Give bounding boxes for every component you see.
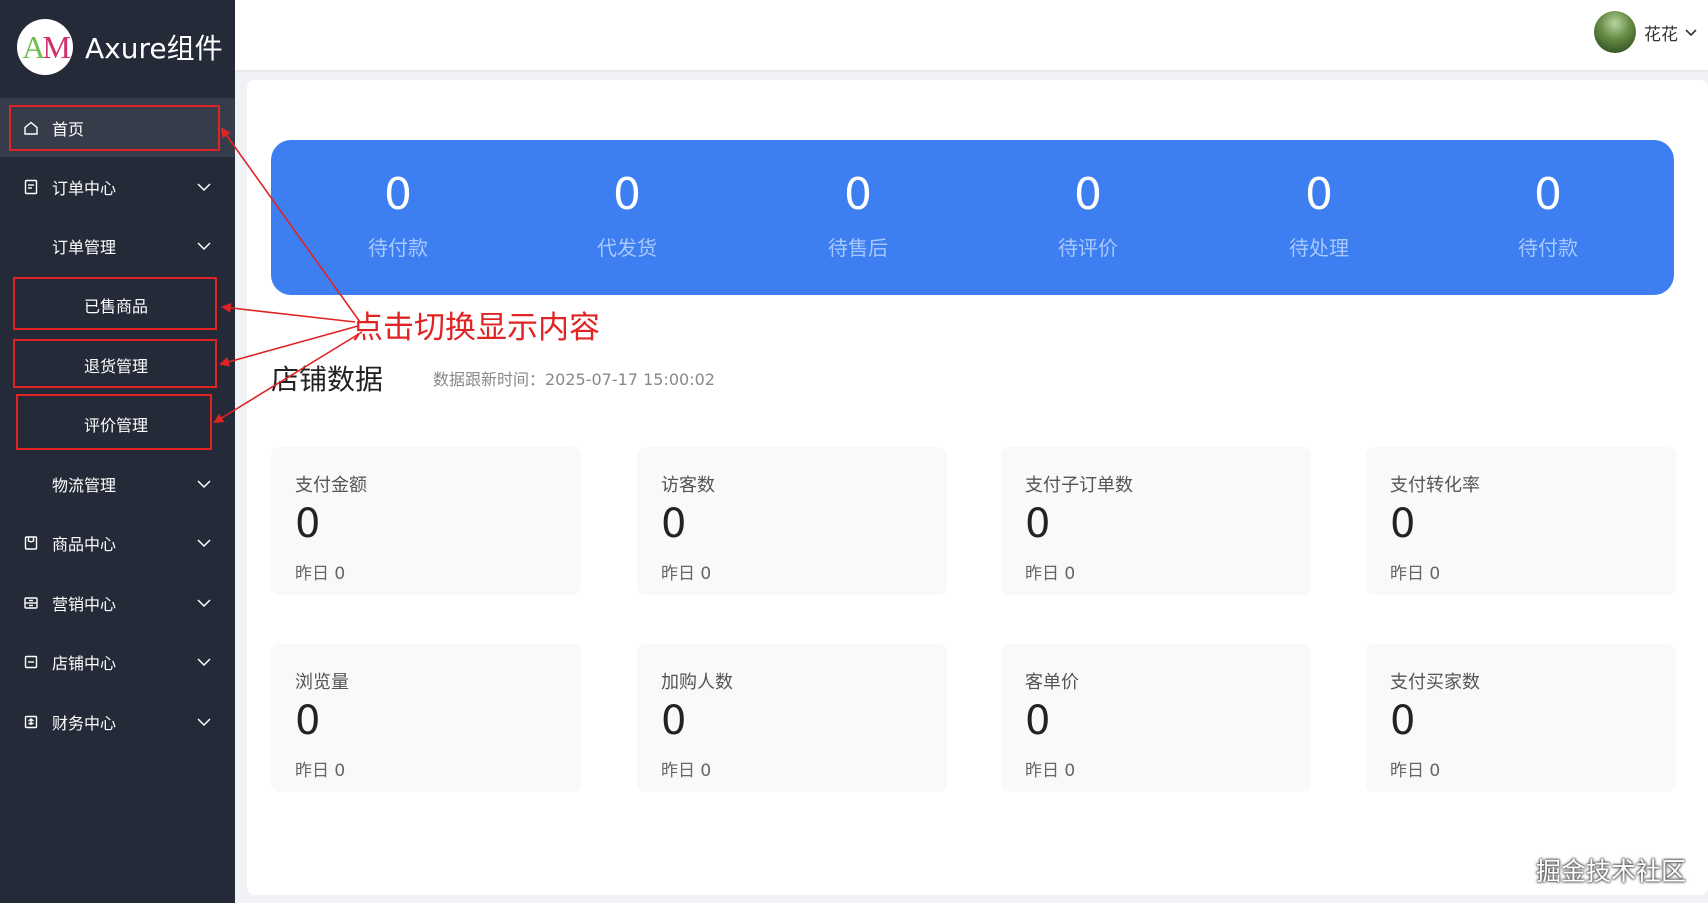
metric-value: 0 (1390, 698, 1416, 744)
metric-card: 支付转化率 0 昨日 0 (1366, 447, 1676, 595)
metric-title: 浏览量 (295, 672, 349, 693)
sidebar-item-label: 营销中心 (52, 594, 117, 614)
metric-card: 访客数 0 昨日 0 (637, 447, 947, 595)
annotation-text: 点击切换显示内容 (352, 310, 600, 346)
metric-yesterday: 昨日 0 (1390, 564, 1441, 584)
stat-label: 待评价 (1058, 236, 1118, 260)
metric-yesterday: 昨日 0 (1390, 761, 1441, 781)
metric-value: 0 (1390, 501, 1416, 547)
stat-value: 0 (1074, 169, 1102, 220)
product-icon (21, 533, 41, 553)
sidebar-item-label: 订单管理 (52, 237, 117, 257)
metric-yesterday: 昨日 0 (1025, 761, 1076, 781)
stat-pending-payment[interactable]: 0 待付款 (298, 170, 498, 261)
logo-badge: AM (17, 19, 73, 75)
finance-icon (21, 712, 41, 732)
metric-value: 0 (661, 698, 687, 744)
metric-value: 0 (1025, 501, 1051, 547)
stat-after-sale[interactable]: 0 待售后 (758, 170, 958, 261)
update-time: 数据跟新时间：2025-07-17 15:00:02 (433, 370, 715, 389)
sidebar-item-label: 物流管理 (52, 475, 117, 495)
chevron-down-icon (194, 236, 214, 256)
metric-yesterday: 昨日 0 (661, 761, 712, 781)
sidebar-item-home[interactable]: 首页 (0, 98, 235, 157)
metric-value: 0 (661, 501, 687, 547)
stat-value: 0 (1305, 169, 1333, 220)
sidebar-item-label: 退货管理 (84, 356, 149, 376)
chevron-down-icon (194, 533, 214, 553)
sidebar-item-shop-center[interactable]: 店铺中心 (0, 632, 235, 691)
avatar (1594, 11, 1636, 53)
sidebar-item-product-center[interactable]: 商品中心 (0, 513, 235, 572)
chevron-down-icon (1684, 25, 1698, 39)
sidebar-item-label: 首页 (52, 119, 85, 139)
sidebar-item-reviews[interactable]: 评价管理 (0, 394, 235, 453)
sidebar-item-order-management[interactable]: 订单管理 (0, 216, 235, 275)
metric-card: 浏览量 0 昨日 0 (271, 644, 581, 792)
metric-yesterday: 昨日 0 (1025, 564, 1076, 584)
metric-title: 支付子订单数 (1025, 475, 1133, 496)
user-name: 花花 (1644, 24, 1678, 45)
chevron-down-icon (194, 177, 214, 197)
stat-label: 待处理 (1289, 236, 1349, 260)
metric-card: 加购人数 0 昨日 0 (637, 644, 947, 792)
metric-yesterday: 昨日 0 (295, 761, 346, 781)
sidebar-item-label: 评价管理 (84, 415, 149, 435)
sidebar-item-label: 店铺中心 (52, 653, 117, 673)
chevron-down-icon (194, 593, 214, 613)
logo: AM Axure组件 (17, 18, 223, 76)
sidebar-item-label: 商品中心 (52, 534, 117, 554)
top-header: 花花 (235, 0, 1708, 70)
stat-pending-payment-2[interactable]: 0 待付款 (1448, 170, 1648, 261)
sidebar-item-returns[interactable]: 退货管理 (0, 335, 235, 394)
sidebar-item-label: 订单中心 (52, 178, 117, 198)
shop-icon (21, 652, 41, 672)
chevron-down-icon (194, 712, 214, 732)
stat-to-process[interactable]: 0 待处理 (1219, 170, 1419, 261)
stat-value: 0 (384, 169, 412, 220)
metric-title: 访客数 (661, 475, 715, 496)
sidebar-item-order-center[interactable]: 订单中心 (0, 157, 235, 216)
stat-to-ship[interactable]: 0 代发货 (527, 170, 727, 261)
app-title: Axure组件 (85, 32, 223, 65)
metric-value: 0 (295, 501, 321, 547)
sidebar-item-label: 已售商品 (84, 296, 149, 316)
sidebar-item-label: 财务中心 (52, 713, 117, 733)
order-icon (21, 177, 41, 197)
metric-yesterday: 昨日 0 (661, 564, 712, 584)
stat-value: 0 (613, 169, 641, 220)
metric-card: 支付金额 0 昨日 0 (271, 447, 581, 595)
user-menu[interactable]: 花花 (1594, 10, 1698, 54)
metric-card: 客单价 0 昨日 0 (1001, 644, 1311, 792)
metric-value: 0 (1025, 698, 1051, 744)
metric-card: 支付子订单数 0 昨日 0 (1001, 447, 1311, 595)
chevron-down-icon (194, 474, 214, 494)
metric-yesterday: 昨日 0 (295, 564, 346, 584)
stat-label: 待售后 (828, 236, 888, 260)
stat-value: 0 (1534, 169, 1562, 220)
chevron-down-icon (194, 652, 214, 672)
marketing-icon (21, 593, 41, 613)
order-stats-banner: 0 待付款 0 代发货 0 待售后 0 待评价 0 待处理 0 待付款 (271, 140, 1674, 295)
metric-title: 支付金额 (295, 475, 367, 496)
metric-title: 加购人数 (661, 672, 733, 693)
sidebar-item-logistics[interactable]: 物流管理 (0, 454, 235, 513)
sidebar: AM Axure组件 首页 订单中心 订单管理 已售商品 退货管理 评价管理 物… (0, 0, 235, 903)
sidebar-item-sold-goods[interactable]: 已售商品 (0, 275, 235, 334)
stat-label: 待付款 (368, 236, 428, 260)
metric-title: 客单价 (1025, 672, 1079, 693)
stat-label: 待付款 (1518, 236, 1578, 260)
watermark: 掘金技术社区 (1535, 857, 1686, 886)
metric-card: 支付买家数 0 昨日 0 (1366, 644, 1676, 792)
sidebar-item-finance-center[interactable]: 财务中心 (0, 692, 235, 751)
sidebar-item-marketing-center[interactable]: 营销中心 (0, 573, 235, 632)
metric-value: 0 (295, 698, 321, 744)
section-title: 店铺数据 (271, 363, 384, 396)
metric-title: 支付买家数 (1390, 672, 1480, 693)
metric-title: 支付转化率 (1390, 475, 1480, 496)
stat-label: 代发货 (597, 236, 657, 260)
stat-value: 0 (844, 169, 872, 220)
stat-to-review[interactable]: 0 待评价 (988, 170, 1188, 261)
home-icon (21, 118, 41, 138)
